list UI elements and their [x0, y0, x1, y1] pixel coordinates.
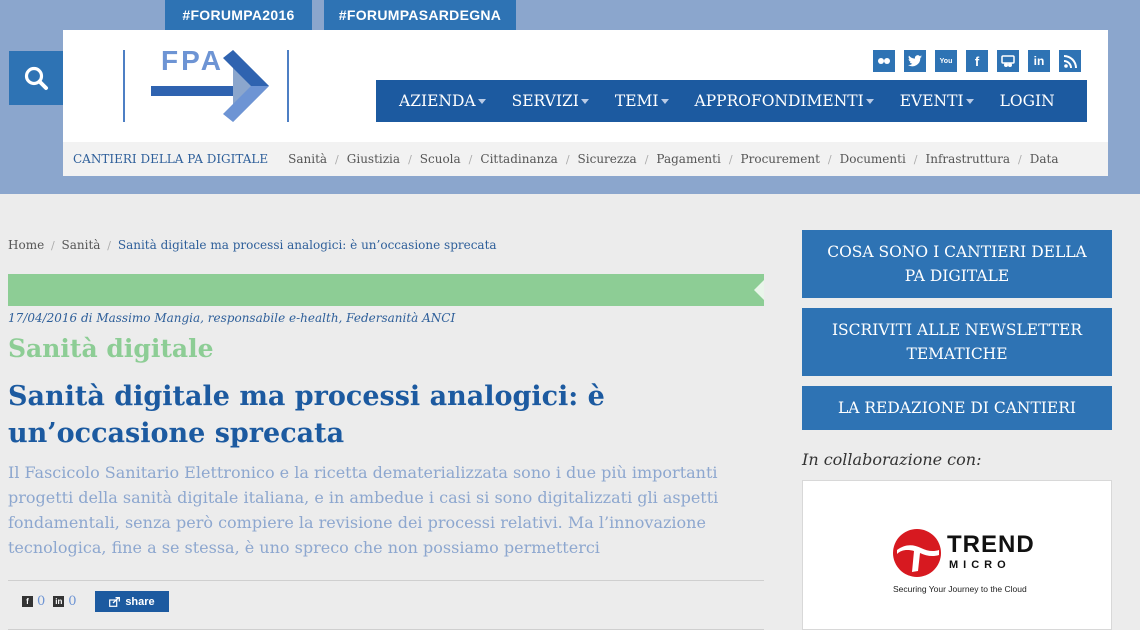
nav-label: SERVIZI [511, 92, 579, 110]
breadcrumb-current: Sanità digitale ma processi analogici: è… [117, 238, 497, 252]
search-button[interactable] [9, 51, 63, 105]
separator: / [827, 152, 832, 166]
subnav-item-data[interactable]: Data [1030, 152, 1059, 166]
facebook-icon[interactable]: f [22, 596, 33, 607]
nav-login[interactable]: LOGIN [987, 92, 1068, 110]
share-icon [109, 596, 121, 607]
divider [8, 580, 764, 581]
slideshare-icon[interactable] [997, 50, 1019, 72]
subnav-item-cittadinanza[interactable]: Cittadinanza [480, 152, 557, 166]
redazione-button[interactable]: LA REDAZIONE DI CANTIERI [802, 386, 1112, 430]
separator: / [565, 152, 570, 166]
forumpasardegna-tag[interactable]: #FORUMPASARDEGNA [324, 0, 516, 30]
breadcrumb-home[interactable]: Home [8, 238, 44, 252]
subnav-item-documenti[interactable]: Documenti [840, 152, 906, 166]
subnav-item-sanita[interactable]: Sanità [288, 152, 327, 166]
linkedin-count: 0 [68, 594, 77, 609]
nav-label: AZIENDA [399, 92, 476, 110]
nav-temi[interactable]: TEMI [602, 92, 682, 110]
separator: / [913, 152, 918, 166]
chevron-down-icon [865, 98, 874, 104]
nav-label: LOGIN [999, 92, 1055, 110]
share-label: share [125, 595, 155, 608]
subnav-item-infrastruttura[interactable]: Infrastruttura [926, 152, 1011, 166]
linkedin-icon[interactable]: in [1028, 50, 1050, 72]
facebook-icon[interactable]: f [966, 50, 988, 72]
rss-icon[interactable] [1059, 50, 1081, 72]
article-category[interactable]: Sanità digitale [8, 334, 213, 363]
nav-servizi[interactable]: SERVIZI [499, 92, 602, 110]
separator: / [468, 152, 473, 166]
logo-arrow-icon [151, 50, 269, 122]
breadcrumb-section[interactable]: Sanità [62, 238, 101, 252]
youtube-icon[interactable]: You [935, 50, 957, 72]
subnav-item-scuola[interactable]: Scuola [420, 152, 461, 166]
subnav-item-procurement[interactable]: Procurement [741, 152, 820, 166]
nav-approfondimenti[interactable]: APPROFONDIMENTI [682, 92, 887, 110]
social-links: You f in [873, 50, 1081, 72]
subnav-item-pagamenti[interactable]: Pagamenti [656, 152, 720, 166]
separator: / [335, 152, 339, 166]
fpa-logo[interactable]: FPA [123, 45, 289, 122]
site-header: FPA You f in AZIENDA SERVIZI TEMI APPROF… [63, 30, 1108, 142]
chevron-down-icon [965, 98, 974, 104]
linkedin-icon[interactable]: in [53, 596, 65, 607]
category-banner [8, 274, 764, 306]
chevron-down-icon [660, 98, 669, 104]
subnav-item-sicurezza[interactable]: Sicurezza [578, 152, 637, 166]
flickr-icon[interactable] [873, 50, 895, 72]
banner-notch [754, 280, 764, 300]
article-byline: 17/04/2016 di Massimo Mangia, responsabi… [8, 311, 456, 325]
sponsor-box[interactable]: TREND MICRO Securing Your Journey to the… [802, 480, 1112, 630]
forumpa2016-tag[interactable]: #FORUMPA2016 [165, 0, 312, 30]
nav-label: TEMI [614, 92, 659, 110]
trend-micro-logo-icon [893, 529, 941, 577]
newsletter-button[interactable]: ISCRIVITI ALLE NEWSLETTER TEMATICHE [802, 308, 1112, 376]
breadcrumb: Home / Sanità / Sanità digitale ma proce… [8, 238, 497, 252]
separator: / [107, 239, 112, 252]
nav-label: APPROFONDIMENTI [694, 92, 864, 110]
facebook-count: 0 [37, 594, 46, 609]
cantieri-info-button[interactable]: COSA SONO I CANTIERI DELLA PA DIGITALE [802, 230, 1112, 298]
subnav-title[interactable]: CANTIERI DELLA PA DIGITALE [73, 152, 268, 166]
sponsor-brand: TREND [947, 531, 1035, 558]
main-nav: AZIENDA SERVIZI TEMI APPROFONDIMENTI EVE… [376, 80, 1087, 122]
subnav-item-giustizia[interactable]: Giustizia [347, 152, 400, 166]
chevron-down-icon [580, 98, 589, 104]
separator: / [408, 152, 412, 166]
separator: / [1018, 152, 1022, 166]
chevron-down-icon [477, 98, 486, 104]
separator: / [728, 152, 733, 166]
sponsor-tagline: Securing Your Journey to the Cloud [893, 584, 1027, 594]
separator: / [644, 152, 649, 166]
search-icon [24, 66, 48, 90]
sponsor-brand-sub: MICRO [949, 559, 1011, 571]
share-counters: f 0 in 0 [22, 594, 77, 609]
nav-azienda[interactable]: AZIENDA [386, 92, 499, 110]
twitter-icon[interactable] [904, 50, 926, 72]
article-abstract: Il Fascicolo Sanitario Elettronico e la … [8, 463, 719, 557]
sub-nav: CANTIERI DELLA PA DIGITALE Sanità / Giust… [63, 142, 1108, 176]
nav-label: EVENTI [899, 92, 964, 110]
separator: / [51, 239, 55, 252]
collab-label: In collaborazione con: [802, 450, 982, 469]
share-button[interactable]: share [95, 591, 169, 612]
article-headline: Sanità digitale ma processi analogici: è… [8, 381, 605, 449]
nav-eventi[interactable]: EVENTI [887, 92, 987, 110]
